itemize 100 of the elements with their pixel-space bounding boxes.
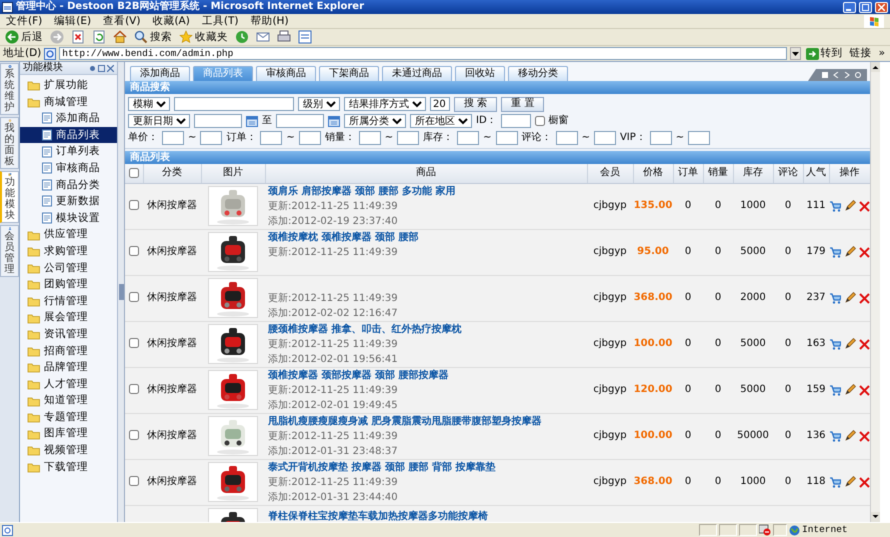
tree-item[interactable]: 公司管理 [20, 260, 117, 276]
address-field[interactable]: http://www.bendi.com/admin.php [59, 47, 787, 60]
dropdown[interactable]: 模糊 [128, 97, 170, 111]
form-button[interactable]: 重 置 [501, 96, 544, 112]
delete-icon[interactable] [859, 430, 870, 442]
side-tab[interactable]: 会员管理 [0, 225, 19, 277]
tab[interactable]: 移动分类 [508, 66, 568, 81]
tree-item[interactable]: 商品列表 [20, 126, 117, 144]
delete-icon[interactable] [859, 338, 870, 350]
delete-icon[interactable] [859, 200, 870, 212]
menu-item[interactable]: 编辑(E) [48, 14, 98, 28]
tab[interactable]: 添加商品 [130, 66, 190, 81]
close-button[interactable] [875, 2, 888, 12]
dropdown[interactable]: 所在地区 [410, 114, 472, 128]
text-field[interactable] [200, 131, 222, 145]
tree-item[interactable]: 招商管理 [20, 342, 117, 360]
text-field[interactable] [298, 131, 321, 145]
side-tab[interactable]: 功能模块 [0, 171, 19, 223]
calendar-icon[interactable] [246, 116, 258, 126]
dropdown[interactable]: 结果排序方式 [344, 97, 426, 111]
row-checkbox[interactable] [129, 338, 139, 348]
tree-item[interactable]: 审核商品 [20, 160, 117, 177]
forward-icon[interactable] [844, 72, 850, 78]
cart-icon[interactable] [829, 200, 841, 212]
text-field[interactable] [260, 131, 282, 145]
menu-item[interactable]: 文件(F) [0, 14, 48, 28]
text-field[interactable]: 20 [430, 97, 450, 111]
menu-item[interactable]: 收藏(A) [146, 14, 196, 28]
cart-icon[interactable] [829, 338, 841, 350]
scrollbar[interactable] [870, 62, 880, 522]
pencil-icon[interactable] [844, 292, 856, 304]
favorites-button[interactable]: 收藏夹 [177, 30, 230, 44]
text-field[interactable] [162, 131, 184, 145]
menu-item[interactable]: 工具(T) [196, 14, 244, 28]
cart-icon[interactable] [829, 384, 841, 396]
row-checkbox[interactable] [129, 384, 139, 394]
tree-item[interactable]: 求购管理 [20, 242, 117, 260]
text-field[interactable] [500, 114, 531, 128]
delete-icon[interactable] [859, 246, 870, 258]
tree-item[interactable]: 图库管理 [20, 425, 117, 442]
dropdown[interactable]: 级别 [298, 97, 340, 111]
tree-item[interactable]: 添加商品 [20, 110, 117, 127]
tree-item[interactable]: 商城管理 [20, 94, 117, 110]
calendar-icon[interactable] [328, 116, 340, 126]
cart-icon[interactable] [829, 476, 841, 488]
edit-button[interactable] [296, 30, 314, 44]
tab[interactable]: 下架商品 [319, 66, 379, 81]
tree-item[interactable]: 下载管理 [20, 458, 117, 476]
select-all-checkbox[interactable] [128, 168, 139, 178]
tree-item[interactable]: 商品分类 [20, 176, 117, 194]
cart-icon[interactable] [829, 246, 841, 258]
product-link[interactable]: 泰式开背机按摩垫 按摩器 颈部 腰部 背部 按摩靠垫 [268, 460, 496, 474]
delete-icon[interactable] [859, 476, 870, 488]
delete-icon[interactable] [859, 384, 870, 396]
tab[interactable]: 审核商品 [256, 66, 316, 81]
tree-item[interactable]: 团购管理 [20, 276, 117, 293]
product-link[interactable]: 腰颈椎按摩器 推拿、叩击、红外热疗按摩枕 [268, 322, 462, 336]
tree-item[interactable]: 行情管理 [20, 292, 117, 310]
dropdown[interactable]: 更新日期 [128, 114, 190, 128]
menu-item[interactable]: 帮助(H) [244, 14, 295, 28]
dropdown-button[interactable] [790, 47, 801, 60]
maximize-button[interactable] [859, 2, 872, 12]
pencil-icon[interactable] [844, 430, 856, 442]
tree-item[interactable]: 品牌管理 [20, 359, 117, 376]
tree-item[interactable]: 知道管理 [20, 392, 117, 409]
cart-icon[interactable] [829, 292, 841, 304]
text-field[interactable] [194, 114, 242, 128]
tree-item[interactable]: 供应管理 [20, 226, 117, 243]
text-field[interactable] [650, 131, 672, 145]
form-button[interactable]: 搜 索 [454, 96, 498, 112]
tree-item[interactable]: 订单列表 [20, 143, 117, 160]
back-icon[interactable] [833, 72, 839, 78]
text-field[interactable] [276, 114, 324, 128]
product-link[interactable]: 颈椎按摩器 颈部按摩器 颈部 腰部按摩器 [268, 368, 448, 382]
product-link[interactable]: 颈椎按摩枕 颈椎按摩器 颈部 腰部 [268, 230, 418, 244]
side-tab[interactable]: 系统维护 [0, 63, 19, 115]
back-button[interactable]: 后退 [3, 30, 45, 44]
delete-icon[interactable] [859, 292, 870, 304]
pencil-icon[interactable] [844, 338, 856, 350]
checkbox[interactable] [534, 116, 545, 126]
dropdown[interactable]: 所属分类 [344, 114, 406, 128]
product-link[interactable]: 颈肩乐 肩部按摩器 颈部 腰部 多功能 家用 [268, 184, 456, 198]
tree-item[interactable]: 专题管理 [20, 408, 117, 426]
more-button[interactable]: » [876, 47, 887, 60]
pencil-icon[interactable] [844, 200, 856, 212]
product-link[interactable]: 脊柱保脊柱宝按摩垫车载加热按摩器多功能按摩椅 [268, 508, 488, 522]
tree-item[interactable]: 展会管理 [20, 309, 117, 326]
text-field[interactable] [556, 131, 578, 145]
pencil-icon[interactable] [844, 246, 856, 258]
row-checkbox[interactable] [129, 430, 139, 440]
text-field[interactable] [688, 131, 710, 145]
text-field[interactable] [174, 97, 294, 111]
text-field[interactable] [496, 131, 518, 145]
pencil-icon[interactable] [844, 384, 856, 396]
print-button[interactable] [275, 30, 293, 44]
tab[interactable]: 回收站 [455, 66, 505, 81]
mail-button[interactable] [254, 30, 272, 44]
tree-item[interactable]: 扩展功能 [20, 77, 117, 94]
close-icon[interactable] [107, 64, 114, 72]
product-link[interactable]: 甩脂机瘦腰瘦腿瘦身减 肥身震脂震动甩脂腰带腹部塑身按摩器 [268, 414, 542, 428]
